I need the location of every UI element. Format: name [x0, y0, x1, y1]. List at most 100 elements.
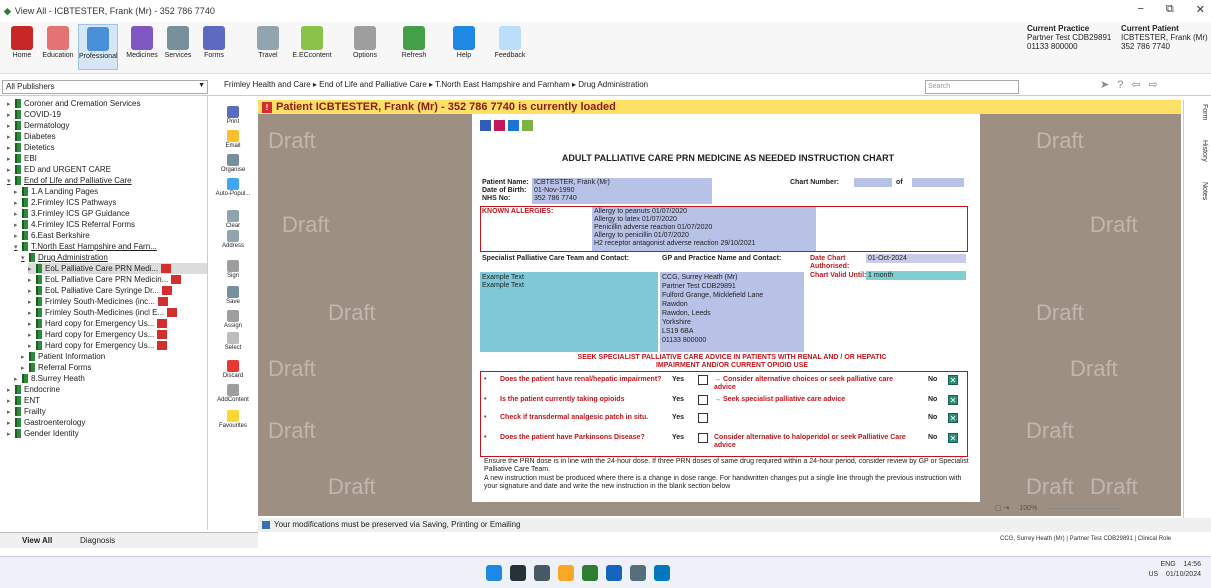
tree-item[interactable]: ▸ Diabetes	[7, 131, 207, 142]
services-button[interactable]: Services	[160, 24, 196, 70]
home-button[interactable]: Home	[4, 24, 40, 70]
expand-icon[interactable]: ▸	[7, 100, 15, 108]
favourites-button[interactable]: Favourites	[210, 410, 256, 429]
yes-checkbox[interactable]	[698, 375, 708, 385]
expand-icon[interactable]: ▸	[28, 320, 36, 328]
pin-icon[interactable]: ➤	[1100, 79, 1117, 91]
file-explorer-icon[interactable]	[558, 565, 574, 581]
expand-icon[interactable]: ▸	[14, 199, 22, 207]
chat-icon[interactable]	[534, 565, 550, 581]
tree-item[interactable]: ▸ Endocrine	[7, 384, 207, 395]
patient-name-value[interactable]: ICBTESTER, Frank (Mr)	[534, 179, 610, 187]
expand-icon[interactable]: ▸	[28, 342, 36, 350]
no-checkbox[interactable]: ✕	[948, 413, 958, 423]
task-view-icon[interactable]	[510, 565, 526, 581]
dob-value[interactable]: 01-Nov-1990	[534, 187, 574, 195]
expand-icon[interactable]: ▾	[21, 254, 29, 262]
expand-icon[interactable]: ▸	[7, 155, 15, 163]
tree-item[interactable]: ▸ 8.Surrey Heath	[14, 373, 207, 384]
tree-item[interactable]: ▸ 4.Frimley ICS Referral Forms	[14, 219, 207, 230]
education-button[interactable]: Education	[40, 24, 76, 70]
tree-item[interactable]: ▸ Frimley South-Medicines (incl E...	[28, 307, 207, 318]
expand-icon[interactable]: ▸	[28, 298, 36, 306]
tab-diagnosis[interactable]: Diagnosis	[80, 536, 115, 545]
no-checkbox[interactable]: ✕	[948, 375, 958, 385]
tree-item[interactable]: ▸ EoL Palliative Care Syringe Dr...	[28, 285, 207, 296]
tree-item[interactable]: ▸ Gastroenterology	[7, 417, 207, 428]
tree-item[interactable]: ▸ EoL Palliative Care PRN Medicin...	[28, 274, 207, 285]
minimize-button[interactable]: −	[1137, 3, 1143, 16]
professional-button[interactable]: Professional	[78, 24, 118, 70]
tree-item[interactable]: ▸ Frimley South-Medicines (inc...	[28, 296, 207, 307]
chart-of-field[interactable]	[912, 178, 964, 187]
yes-checkbox[interactable]	[698, 433, 708, 443]
windows-start-icon[interactable]	[486, 565, 502, 581]
expand-icon[interactable]: ▸	[7, 122, 15, 130]
tree-item[interactable]: ▾ T.North East Hampshire and Farn...	[14, 241, 207, 252]
zoom-control[interactable]: ▢ ⇥ 100%	[995, 504, 1180, 516]
forward-icon[interactable]: ⇨	[1149, 79, 1166, 91]
refresh-button[interactable]: Refresh	[394, 24, 434, 70]
add-content-button[interactable]: AddContent	[210, 384, 256, 403]
expand-icon[interactable]: ▸	[21, 353, 29, 361]
app-icon[interactable]	[654, 565, 670, 581]
close-button[interactable]: ✕	[1196, 3, 1205, 16]
tree-item[interactable]: ▸ Coroner and Cremation Services	[7, 98, 207, 109]
email-button[interactable]: Email	[210, 130, 256, 149]
expand-icon[interactable]: ▸	[7, 133, 15, 141]
assign-button[interactable]: Assign	[210, 310, 256, 329]
tree-item[interactable]: ▸ Referral Forms	[21, 362, 207, 373]
tab-form[interactable]: Form	[1188, 104, 1208, 120]
discard-button[interactable]: Discard	[210, 360, 256, 379]
expand-icon[interactable]: ▸	[21, 364, 29, 372]
expand-icon[interactable]: ▾	[7, 177, 15, 185]
tree-item[interactable]: ▸ Hard copy for Emergency Us...	[28, 340, 207, 351]
chart-number-field[interactable]	[854, 178, 892, 187]
tree-item[interactable]: ▸ Gender Identity	[7, 428, 207, 439]
expand-icon[interactable]: ▸	[28, 265, 36, 273]
tab-history[interactable]: History	[1188, 140, 1208, 162]
expand-icon[interactable]: ▸	[7, 408, 15, 416]
expand-icon[interactable]: ▸	[28, 276, 36, 284]
tree-item[interactable]: ▸ 1.A Landing Pages	[14, 186, 207, 197]
expand-icon[interactable]: ▸	[14, 210, 22, 218]
clear-button[interactable]: Clear	[210, 210, 256, 229]
expand-icon[interactable]: ▸	[7, 430, 15, 438]
edge-icon[interactable]	[582, 565, 598, 581]
sign-button[interactable]: Sign	[210, 260, 256, 279]
form-page[interactable]: ADULT PALLIATIVE CARE PRN MEDICINE AS NE…	[472, 114, 980, 502]
expand-icon[interactable]: ▸	[7, 111, 15, 119]
nhs-number-value[interactable]: 352 786 7740	[534, 195, 577, 203]
expand-icon[interactable]: ▸	[14, 221, 22, 229]
search-input[interactable]: Search	[925, 80, 1019, 94]
tree-item[interactable]: ▸ 6.East Berkshire	[14, 230, 207, 241]
expand-icon[interactable]: ▸	[14, 232, 22, 240]
tree-item[interactable]: ▸ ED and URGENT CARE	[7, 164, 207, 175]
options-button[interactable]: Options	[340, 24, 390, 70]
tree-item[interactable]: ▾ End of Life and Palliative Care	[7, 175, 207, 186]
tab-notes[interactable]: Notes	[1188, 182, 1208, 200]
save-button[interactable]: Save	[210, 286, 256, 305]
tree-item[interactable]: ▸ 2.Frimley ICS Pathways	[14, 197, 207, 208]
app-icon[interactable]	[630, 565, 646, 581]
fit-icon[interactable]: ▢ ⇥	[995, 505, 1009, 512]
store-icon[interactable]	[606, 565, 622, 581]
no-checkbox[interactable]: ✕	[948, 395, 958, 405]
travel-button[interactable]: Travel	[250, 24, 286, 70]
select-button[interactable]: Select	[210, 332, 256, 351]
organise-button[interactable]: Organise	[210, 154, 256, 173]
feedback-button[interactable]: Feedback	[490, 24, 530, 70]
yes-checkbox[interactable]	[698, 413, 708, 423]
tab-view-all[interactable]: View All	[22, 536, 52, 545]
tree-item[interactable]: ▸ EoL Palliative Care PRN Medi...	[28, 263, 207, 274]
tree-item[interactable]: ▸ Hard copy for Emergency Us...	[28, 329, 207, 340]
forms-button[interactable]: Forms	[196, 24, 232, 70]
auto-populate-button[interactable]: Auto-Popul...	[210, 178, 256, 197]
tree-item[interactable]: ▸ Patient Information	[21, 351, 207, 362]
expand-icon[interactable]: ▸	[28, 287, 36, 295]
econtent-button[interactable]: E.ECcontent	[290, 24, 334, 70]
yes-checkbox[interactable]	[698, 395, 708, 405]
tree-item[interactable]: ▸ Dermatology	[7, 120, 207, 131]
navigation-icons[interactable]: ➤?⇦⇨	[1100, 78, 1166, 91]
tree-item[interactable]: ▸ Frailty	[7, 406, 207, 417]
